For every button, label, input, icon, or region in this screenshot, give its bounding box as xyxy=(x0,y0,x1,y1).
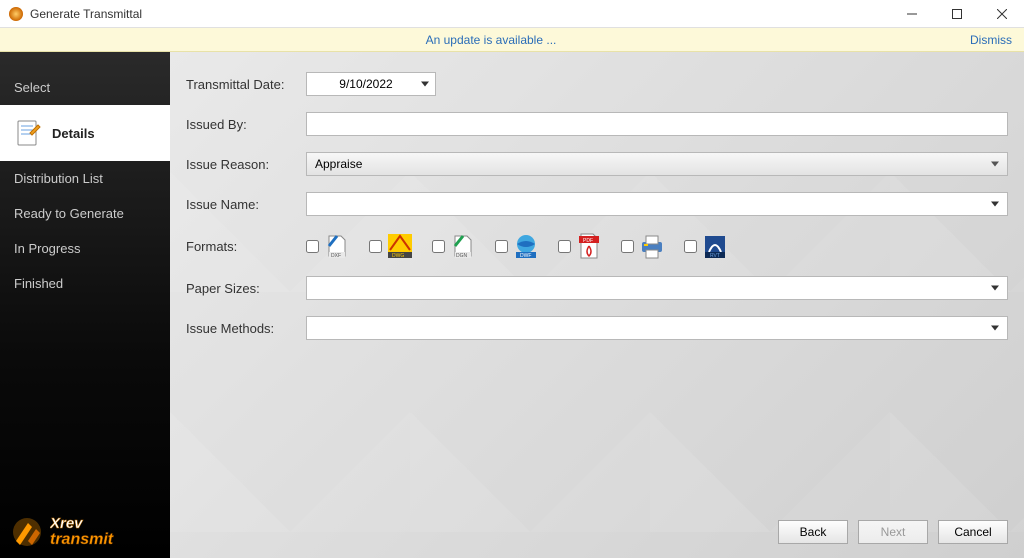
minimize-button[interactable] xyxy=(889,0,934,28)
maximize-button[interactable] xyxy=(934,0,979,28)
issue-reason-label: Issue Reason: xyxy=(186,157,306,172)
format-checkbox-rvt[interactable] xyxy=(684,240,697,253)
svg-text:DWG: DWG xyxy=(392,253,404,259)
svg-text:Xrev: Xrev xyxy=(50,515,84,532)
close-button[interactable] xyxy=(979,0,1024,28)
sidebar-step-distribution[interactable]: Distribution List xyxy=(0,161,170,196)
transmittal-date-value: 9/10/2022 xyxy=(339,77,392,91)
issue-name-combo[interactable] xyxy=(306,192,1008,216)
format-item-dxf: DXF xyxy=(306,232,351,260)
sidebar-step-label: Details xyxy=(52,126,95,141)
format-item-print xyxy=(621,232,666,260)
back-button[interactable]: Back xyxy=(778,520,848,544)
paper-sizes-combo[interactable] xyxy=(306,276,1008,300)
format-checkbox-print[interactable] xyxy=(621,240,634,253)
next-button[interactable]: Next xyxy=(858,520,928,544)
formats-group: DXF DWG DGN xyxy=(306,232,1008,260)
sidebar: Select Details Distribution List Ready t… xyxy=(0,52,170,558)
format-checkbox-dxf[interactable] xyxy=(306,240,319,253)
svg-text:RVT: RVT xyxy=(710,253,720,259)
issue-methods-label: Issue Methods: xyxy=(186,321,306,336)
dismiss-link[interactable]: Dismiss xyxy=(970,33,1012,47)
issue-reason-combo[interactable]: Appraise xyxy=(306,152,1008,176)
dwf-icon: DWF xyxy=(512,232,540,260)
format-item-pdf: PDF xyxy=(558,232,603,260)
format-item-dwf: DWF xyxy=(495,232,540,260)
issue-reason-value: Appraise xyxy=(315,157,362,171)
transmittal-date-label: Transmittal Date: xyxy=(186,77,306,92)
cancel-button[interactable]: Cancel xyxy=(938,520,1008,544)
titlebar: Generate Transmittal xyxy=(0,0,1024,28)
issued-by-input[interactable] xyxy=(306,112,1008,136)
formats-label: Formats: xyxy=(186,239,306,254)
rvt-icon: RVT xyxy=(701,232,729,260)
window-title: Generate Transmittal xyxy=(30,7,889,21)
issue-methods-combo[interactable] xyxy=(306,316,1008,340)
sidebar-step-details[interactable]: Details xyxy=(0,105,170,161)
dxf-icon: DXF xyxy=(323,232,351,260)
sidebar-step-inprogress[interactable]: In Progress xyxy=(0,231,170,266)
format-checkbox-pdf[interactable] xyxy=(558,240,571,253)
dgn-icon: DGN xyxy=(449,232,477,260)
document-edit-icon xyxy=(14,119,42,147)
update-banner: An update is available ... Dismiss xyxy=(0,28,1024,52)
issued-by-label: Issued By: xyxy=(186,117,306,132)
dwg-icon: DWG xyxy=(386,232,414,260)
issue-name-label: Issue Name: xyxy=(186,197,306,212)
format-checkbox-dwg[interactable] xyxy=(369,240,382,253)
paper-sizes-label: Paper Sizes: xyxy=(186,281,306,296)
sidebar-step-finished[interactable]: Finished xyxy=(0,266,170,301)
svg-text:DWF: DWF xyxy=(520,253,531,259)
product-logo: Xrev transmit xyxy=(10,514,160,550)
svg-text:transmit: transmit xyxy=(50,531,114,548)
app-icon xyxy=(8,6,24,22)
format-item-dgn: DGN xyxy=(432,232,477,260)
transmittal-date-picker[interactable]: 9/10/2022 xyxy=(306,72,436,96)
svg-text:DGN: DGN xyxy=(456,253,468,259)
form-pane: Transmittal Date: 9/10/2022 Issued By: I… xyxy=(170,52,1024,558)
format-checkbox-dgn[interactable] xyxy=(432,240,445,253)
pdf-icon: PDF xyxy=(575,232,603,260)
svg-text:PDF: PDF xyxy=(583,238,593,244)
printer-icon xyxy=(638,232,666,260)
wizard-buttons: Back Next Cancel xyxy=(778,520,1008,544)
sidebar-step-ready[interactable]: Ready to Generate xyxy=(0,196,170,231)
format-item-rvt: RVT xyxy=(684,232,729,260)
format-checkbox-dwf[interactable] xyxy=(495,240,508,253)
sidebar-step-select[interactable]: Select xyxy=(0,52,170,105)
format-item-dwg: DWG xyxy=(369,232,414,260)
update-message: An update is available ... xyxy=(12,33,970,47)
window-controls xyxy=(889,0,1024,28)
svg-text:DXF: DXF xyxy=(331,253,341,259)
